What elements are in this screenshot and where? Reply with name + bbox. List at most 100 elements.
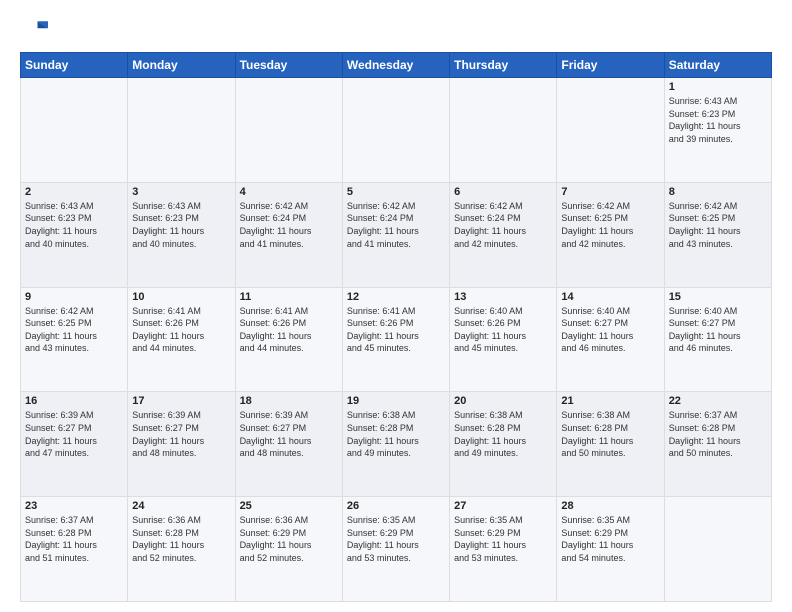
day-info: Sunrise: 6:37 AM Sunset: 6:28 PM Dayligh… [25, 514, 123, 564]
day-number: 20 [454, 395, 552, 407]
calendar-cell: 11Sunrise: 6:41 AM Sunset: 6:26 PM Dayli… [235, 287, 342, 392]
calendar-week-row: 9Sunrise: 6:42 AM Sunset: 6:25 PM Daylig… [21, 287, 772, 392]
day-info: Sunrise: 6:42 AM Sunset: 6:25 PM Dayligh… [561, 200, 659, 250]
day-number: 8 [669, 186, 767, 198]
day-number: 17 [132, 395, 230, 407]
day-number: 28 [561, 500, 659, 512]
calendar-week-row: 1 Sunrise: 6:43 AM Sunset: 6:23 PM Daylig… [21, 78, 772, 183]
calendar-table: SundayMondayTuesdayWednesdayThursdayFrid… [20, 52, 772, 602]
calendar-cell: 23 Sunrise: 6:37 AM Sunset: 6:28 PM Dayli… [21, 497, 128, 602]
day-number: 26 [347, 500, 445, 512]
day-number: 10 [132, 291, 230, 303]
day-info: Sunrise: 6:41 AM Sunset: 6:26 PM Dayligh… [240, 305, 338, 355]
calendar-cell: 5 Sunrise: 6:42 AM Sunset: 6:24 PM Daylig… [342, 182, 449, 287]
day-info: Sunrise: 6:42 AM Sunset: 6:24 PM Dayligh… [347, 200, 445, 250]
calendar-cell: 27 Sunrise: 6:35 AM Sunset: 6:29 PM Dayli… [450, 497, 557, 602]
calendar-cell: 25Sunrise: 6:36 AM Sunset: 6:29 PM Dayli… [235, 497, 342, 602]
weekday-header-friday: Friday [557, 53, 664, 78]
calendar-week-row: 2 Sunrise: 6:43 AM Sunset: 6:23 PM Daylig… [21, 182, 772, 287]
calendar-week-row: 16Sunrise: 6:39 AM Sunset: 6:27 PM Dayli… [21, 392, 772, 497]
weekday-header-sunday: Sunday [21, 53, 128, 78]
day-info: Sunrise: 6:42 AM Sunset: 6:24 PM Dayligh… [240, 200, 338, 250]
calendar-cell: 26 Sunrise: 6:35 AM Sunset: 6:29 PM Dayli… [342, 497, 449, 602]
calendar-cell: 15Sunrise: 6:40 AM Sunset: 6:27 PM Dayli… [664, 287, 771, 392]
calendar-cell: 17 Sunrise: 6:39 AM Sunset: 6:27 PM Dayli… [128, 392, 235, 497]
calendar-cell: 19Sunrise: 6:38 AM Sunset: 6:28 PM Dayli… [342, 392, 449, 497]
day-info: Sunrise: 6:35 AM Sunset: 6:29 PM Dayligh… [347, 514, 445, 564]
day-info: Sunrise: 6:39 AM Sunset: 6:27 PM Dayligh… [25, 409, 123, 459]
calendar-cell: 12Sunrise: 6:41 AM Sunset: 6:26 PM Dayli… [342, 287, 449, 392]
calendar-cell: 16Sunrise: 6:39 AM Sunset: 6:27 PM Dayli… [21, 392, 128, 497]
day-info: Sunrise: 6:42 AM Sunset: 6:25 PM Dayligh… [25, 305, 123, 355]
day-number: 18 [240, 395, 338, 407]
weekday-header-tuesday: Tuesday [235, 53, 342, 78]
day-info: Sunrise: 6:43 AM Sunset: 6:23 PM Dayligh… [132, 200, 230, 250]
day-info: Sunrise: 6:36 AM Sunset: 6:28 PM Dayligh… [132, 514, 230, 564]
day-number: 3 [132, 186, 230, 198]
calendar-cell: 1 Sunrise: 6:43 AM Sunset: 6:23 PM Daylig… [664, 78, 771, 183]
day-info: Sunrise: 6:39 AM Sunset: 6:27 PM Dayligh… [132, 409, 230, 459]
day-info: Sunrise: 6:36 AM Sunset: 6:29 PM Dayligh… [240, 514, 338, 564]
calendar-cell: 7 Sunrise: 6:42 AM Sunset: 6:25 PM Daylig… [557, 182, 664, 287]
calendar-cell [557, 78, 664, 183]
calendar-cell: 20 Sunrise: 6:38 AM Sunset: 6:28 PM Dayli… [450, 392, 557, 497]
page: SundayMondayTuesdayWednesdayThursdayFrid… [0, 0, 792, 612]
calendar-cell: 24 Sunrise: 6:36 AM Sunset: 6:28 PM Dayli… [128, 497, 235, 602]
weekday-header-monday: Monday [128, 53, 235, 78]
calendar-cell [128, 78, 235, 183]
day-info: Sunrise: 6:35 AM Sunset: 6:29 PM Dayligh… [454, 514, 552, 564]
calendar-cell: 6 Sunrise: 6:42 AM Sunset: 6:24 PM Daylig… [450, 182, 557, 287]
day-info: Sunrise: 6:42 AM Sunset: 6:25 PM Dayligh… [669, 200, 767, 250]
day-number: 6 [454, 186, 552, 198]
day-info: Sunrise: 6:43 AM Sunset: 6:23 PM Dayligh… [669, 95, 767, 145]
day-info: Sunrise: 6:40 AM Sunset: 6:27 PM Dayligh… [561, 305, 659, 355]
day-number: 13 [454, 291, 552, 303]
weekday-row: SundayMondayTuesdayWednesdayThursdayFrid… [21, 53, 772, 78]
calendar-cell: 14 Sunrise: 6:40 AM Sunset: 6:27 PM Dayli… [557, 287, 664, 392]
day-number: 1 [669, 81, 767, 93]
calendar-cell: 8 Sunrise: 6:42 AM Sunset: 6:25 PM Daylig… [664, 182, 771, 287]
day-number: 2 [25, 186, 123, 198]
day-number: 21 [561, 395, 659, 407]
calendar-body: 1 Sunrise: 6:43 AM Sunset: 6:23 PM Daylig… [21, 78, 772, 602]
day-info: Sunrise: 6:38 AM Sunset: 6:28 PM Dayligh… [454, 409, 552, 459]
logo-icon [20, 16, 48, 44]
calendar-cell: 13 Sunrise: 6:40 AM Sunset: 6:26 PM Dayli… [450, 287, 557, 392]
day-info: Sunrise: 6:40 AM Sunset: 6:26 PM Dayligh… [454, 305, 552, 355]
day-number: 7 [561, 186, 659, 198]
day-info: Sunrise: 6:42 AM Sunset: 6:24 PM Dayligh… [454, 200, 552, 250]
calendar-week-row: 23 Sunrise: 6:37 AM Sunset: 6:28 PM Dayli… [21, 497, 772, 602]
day-info: Sunrise: 6:37 AM Sunset: 6:28 PM Dayligh… [669, 409, 767, 459]
day-info: Sunrise: 6:41 AM Sunset: 6:26 PM Dayligh… [347, 305, 445, 355]
weekday-header-saturday: Saturday [664, 53, 771, 78]
day-number: 23 [25, 500, 123, 512]
day-number: 19 [347, 395, 445, 407]
day-info: Sunrise: 6:43 AM Sunset: 6:23 PM Dayligh… [25, 200, 123, 250]
header [20, 16, 772, 44]
calendar-cell: 28 Sunrise: 6:35 AM Sunset: 6:29 PM Dayli… [557, 497, 664, 602]
day-number: 22 [669, 395, 767, 407]
calendar-cell: 22 Sunrise: 6:37 AM Sunset: 6:28 PM Dayli… [664, 392, 771, 497]
calendar-cell [664, 497, 771, 602]
day-number: 27 [454, 500, 552, 512]
day-info: Sunrise: 6:38 AM Sunset: 6:28 PM Dayligh… [561, 409, 659, 459]
calendar-cell: 9Sunrise: 6:42 AM Sunset: 6:25 PM Daylig… [21, 287, 128, 392]
calendar-cell [21, 78, 128, 183]
calendar-cell: 2 Sunrise: 6:43 AM Sunset: 6:23 PM Daylig… [21, 182, 128, 287]
day-number: 15 [669, 291, 767, 303]
calendar-header: SundayMondayTuesdayWednesdayThursdayFrid… [21, 53, 772, 78]
day-info: Sunrise: 6:35 AM Sunset: 6:29 PM Dayligh… [561, 514, 659, 564]
calendar-cell [342, 78, 449, 183]
day-number: 5 [347, 186, 445, 198]
calendar-cell [450, 78, 557, 183]
weekday-header-thursday: Thursday [450, 53, 557, 78]
day-number: 14 [561, 291, 659, 303]
day-number: 24 [132, 500, 230, 512]
calendar-cell: 4Sunrise: 6:42 AM Sunset: 6:24 PM Daylig… [235, 182, 342, 287]
calendar-cell: 10Sunrise: 6:41 AM Sunset: 6:26 PM Dayli… [128, 287, 235, 392]
logo [20, 16, 52, 44]
weekday-header-wednesday: Wednesday [342, 53, 449, 78]
day-info: Sunrise: 6:39 AM Sunset: 6:27 PM Dayligh… [240, 409, 338, 459]
calendar-cell: 21 Sunrise: 6:38 AM Sunset: 6:28 PM Dayli… [557, 392, 664, 497]
calendar-cell: 18 Sunrise: 6:39 AM Sunset: 6:27 PM Dayli… [235, 392, 342, 497]
